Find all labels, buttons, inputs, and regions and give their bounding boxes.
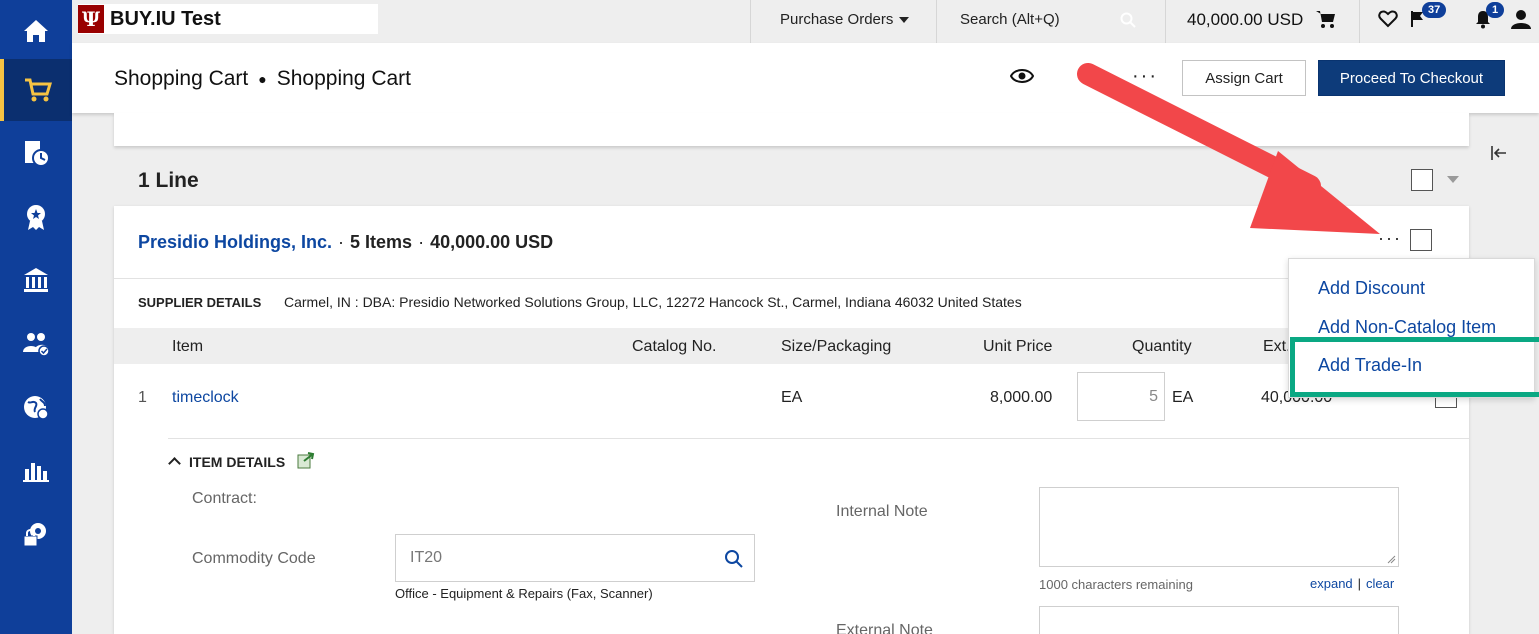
external-note-textarea[interactable] [1039,606,1399,634]
external-note-label: External Note [836,622,933,634]
resize-handle-icon[interactable] [1386,554,1396,564]
quantity-input[interactable] [1077,372,1165,421]
rail-home[interactable] [0,0,72,62]
chart-icon [23,463,49,482]
commodity-code-label: Commodity Code [192,550,316,567]
note-actions: expand | clear [1310,576,1394,591]
divider [114,278,1469,279]
orders-clock-icon [25,141,50,167]
commodity-description: Office - Equipment & Repairs (Fax, Scann… [395,586,653,601]
user-icon[interactable] [1510,8,1532,30]
col-unit-price: Unit Price [983,338,1053,355]
purchase-orders-menu[interactable]: Purchase Orders [780,11,910,28]
cart-icon [25,78,53,102]
item-uom: EA [1172,389,1194,406]
item-details-label: ITEM DETAILS [189,454,286,470]
cart-icon[interactable] [1315,8,1337,30]
search-icon[interactable] [724,549,744,569]
expand-link[interactable]: expand [1310,576,1353,591]
heart-icon[interactable] [1378,9,1398,29]
table-header: Item Catalog No. Size/Packaging Unit Pri… [114,328,1469,364]
collapse-panel-icon[interactable] [1489,143,1509,163]
cart-total[interactable]: 40,000.00 USD [1187,10,1303,30]
divider [1165,0,1166,43]
commodity-code-value: IT20 [410,549,443,566]
separator: · [338,232,345,252]
col-ext-price: Ext. [1263,338,1291,355]
chevron-down-icon [899,17,910,24]
rail-people[interactable] [0,312,72,374]
characters-remaining: 1000 characters remaining [1039,577,1193,592]
item-name-link[interactable]: timeclock [172,389,239,407]
breadcrumb-item[interactable]: Shopping Cart [114,67,248,90]
divider [168,438,1469,439]
bank-icon [24,268,48,292]
eye-icon[interactable] [1010,67,1034,85]
supplier-details-label: SUPPLIER DETAILS [138,295,262,310]
breadcrumb-separator: ● [258,71,267,88]
item-details-toggle[interactable]: ITEM DETAILS [166,454,285,470]
top-bar: Ψ BUY.IU Test Purchase Orders Search (Al… [72,0,1539,43]
select-all-checkbox[interactable] [1411,169,1433,191]
item-unit-price: 8,000.00 [990,389,1053,406]
gear-lock-icon [23,523,46,547]
divider [936,0,937,43]
divider [1359,0,1360,43]
people-icon [23,333,50,357]
rail-badge[interactable] [0,186,72,248]
flag-count-badge: 37 [1422,2,1447,18]
menu-item-add-non-catalog-item[interactable]: Add Non-Catalog Item [1318,317,1496,338]
supplier-card: Presidio Holdings, Inc. · 5 Items · 40,000.0… [114,206,1469,634]
iu-logo: Ψ [78,5,104,33]
col-catalog-no: Catalog No. [632,338,717,355]
internal-note-label: Internal Note [836,503,928,520]
home-icon [24,20,48,42]
supplier-name-link[interactable]: Presidio Holdings, Inc. [138,232,332,252]
col-quantity: Quantity [1132,338,1192,355]
brand-name: BUY.IU Test [110,7,221,30]
lines-count-title: 1 Line [138,169,199,192]
rail-orders[interactable] [0,122,72,184]
search-icon[interactable] [1120,12,1136,28]
separator: · [418,232,425,252]
rail-bank[interactable] [0,249,72,311]
supplier-checkbox[interactable] [1410,229,1432,251]
clear-link[interactable]: clear [1366,576,1394,591]
supplier-item-count: 5 Items [350,232,413,252]
left-nav-rail [0,0,72,634]
export-icon[interactable] [296,450,316,470]
globe-icon [24,396,49,420]
menu-item-add-discount[interactable]: Add Discount [1318,278,1425,299]
annotation-arrow [1077,63,1380,234]
badge-icon [27,205,45,230]
breadcrumb: Shopping Cart ● Shopping Cart [114,67,411,91]
rail-shop[interactable] [0,59,72,121]
page-title: Shopping Cart [276,67,411,90]
item-size: EA [781,389,803,406]
highlight-box [1290,337,1539,397]
supplier-header: Presidio Holdings, Inc. · 5 Items · 40,000.0… [138,232,553,253]
rail-globe[interactable] [0,376,72,438]
contract-label: Contract: [192,490,257,507]
divider [750,0,751,43]
brand[interactable]: Ψ BUY.IU Test [78,4,378,34]
commodity-code-field[interactable]: IT20 [395,534,755,582]
chevron-up-icon [168,457,181,470]
col-size-packaging: Size/Packaging [781,338,892,355]
rail-reports[interactable] [0,439,72,501]
rail-admin[interactable] [0,503,72,565]
separator: | [1357,576,1362,591]
supplier-total: 40,000.00 USD [430,232,554,252]
chevron-down-icon[interactable] [1447,176,1459,183]
purchase-orders-label: Purchase Orders [780,11,894,28]
line-number: 1 [138,389,147,406]
search-input[interactable]: Search (Alt+Q) [960,11,1060,28]
internal-note-textarea[interactable] [1039,487,1399,567]
col-item: Item [172,338,204,355]
supplier-details-value: Carmel, IN : DBA: Presidio Networked Sol… [284,294,1022,310]
notification-count-badge: 1 [1486,2,1505,18]
